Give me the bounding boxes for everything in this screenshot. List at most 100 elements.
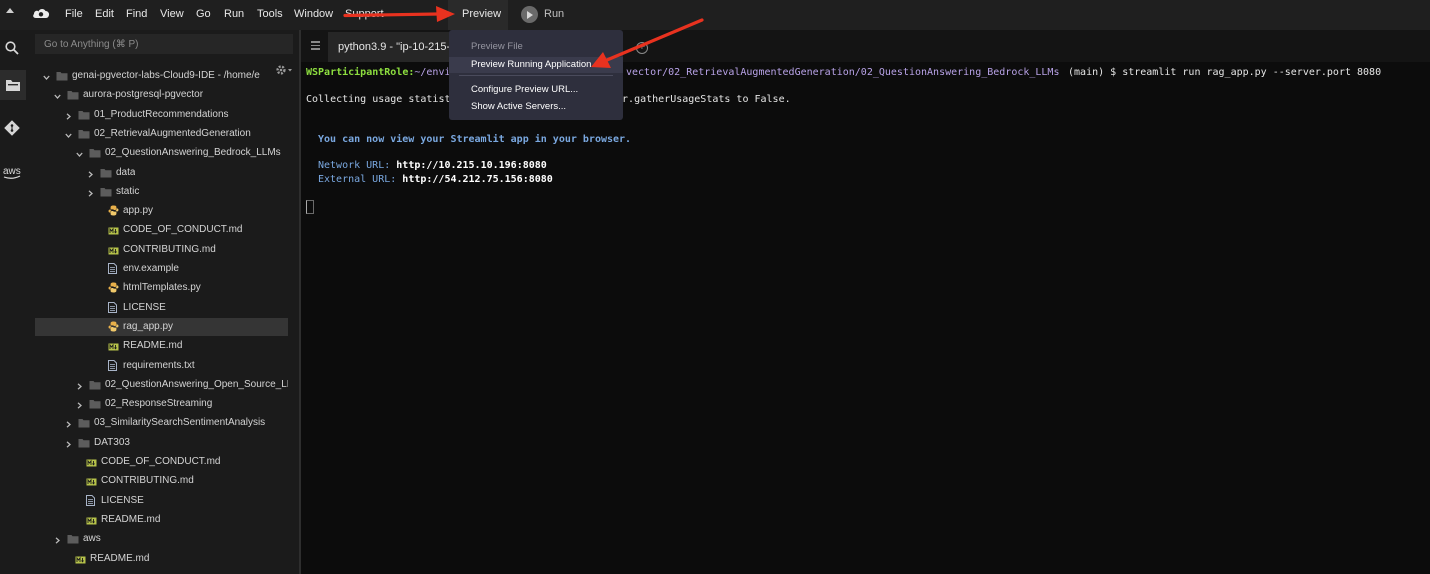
tree-label: README.md bbox=[101, 514, 161, 525]
menu-edit[interactable]: Edit bbox=[95, 8, 114, 20]
menubar: File Edit Find View Go Run Tools Window … bbox=[0, 0, 1430, 30]
folder-icon bbox=[6, 80, 20, 91]
tree-folder[interactable]: genai-pgvector-labs-Cloud9-IDE - /home/e bbox=[35, 67, 288, 85]
chevron-right-icon[interactable] bbox=[87, 188, 94, 197]
dropdown-separator bbox=[459, 75, 613, 76]
tree-file[interactable]: CONTRIBUTING.md bbox=[35, 241, 288, 259]
git-icon[interactable] bbox=[4, 120, 20, 136]
text-file-icon bbox=[108, 360, 117, 374]
external-url[interactable]: http://54.212.75.156:8080 bbox=[402, 174, 553, 185]
tree-file[interactable]: CODE_OF_CONDUCT.md bbox=[35, 221, 288, 239]
menu-go[interactable]: Go bbox=[196, 8, 211, 20]
dropdown-item-configure-preview-url[interactable]: Configure Preview URL... bbox=[471, 84, 578, 95]
external-url-label: External URL: bbox=[318, 174, 403, 185]
chevron-right-icon[interactable] bbox=[87, 169, 94, 178]
chevron-right-icon[interactable] bbox=[65, 111, 72, 120]
chevron-right-icon[interactable] bbox=[54, 535, 61, 544]
terminal-network-line: Network URL: http://10.215.10.196:8080 bbox=[318, 160, 547, 171]
tree-folder[interactable]: aws bbox=[35, 530, 288, 548]
tab-terminal[interactable]: python3.9 - "ip-10-215- bbox=[328, 32, 450, 62]
menu-run[interactable]: Run bbox=[224, 8, 244, 20]
markdown-file-icon bbox=[86, 458, 97, 470]
prompt-path: ~/envi bbox=[414, 67, 451, 78]
tree-file[interactable]: LICENSE bbox=[35, 492, 288, 510]
text-file-icon bbox=[108, 302, 117, 316]
tree-label: data bbox=[116, 167, 136, 178]
tree-file[interactable]: README.md bbox=[35, 337, 288, 355]
run-button[interactable]: Run bbox=[521, 6, 571, 24]
python-file-icon bbox=[108, 205, 119, 219]
tab-menu-icon[interactable] bbox=[311, 41, 321, 51]
run-button-label: Run bbox=[544, 8, 565, 20]
tree-label: env.example bbox=[123, 263, 179, 274]
chevron-down-icon[interactable] bbox=[54, 91, 61, 99]
terminal-collect-line: Collecting usage statist bbox=[306, 94, 451, 105]
tree-folder[interactable]: 01_ProductRecommendations bbox=[35, 106, 288, 124]
dropdown-item-preview-running-application[interactable]: Preview Running Application bbox=[471, 59, 591, 70]
tree-folder[interactable]: aurora-postgresql-pgvector bbox=[35, 86, 288, 104]
menu-support[interactable]: Support bbox=[345, 8, 384, 20]
tree-label: requirements.txt bbox=[123, 360, 195, 371]
environment-tab[interactable] bbox=[0, 70, 26, 100]
chevron-right-icon[interactable] bbox=[76, 381, 83, 390]
tree-folder[interactable]: static bbox=[35, 183, 288, 201]
tree-file[interactable]: app.py bbox=[35, 202, 288, 220]
chevron-right-icon[interactable] bbox=[65, 439, 72, 448]
tree-folder[interactable]: 03_SimilaritySearchSentimentAnalysis bbox=[35, 414, 288, 432]
menu-preview[interactable]: Preview bbox=[462, 8, 501, 20]
collapse-menubar-icon[interactable] bbox=[6, 8, 14, 13]
text-file-icon bbox=[86, 495, 95, 509]
tree-label: LICENSE bbox=[101, 495, 144, 506]
text-file-icon bbox=[108, 263, 117, 277]
tree-file[interactable]: README.md bbox=[35, 550, 288, 568]
tree-file[interactable]: requirements.txt bbox=[35, 357, 288, 375]
dropdown-item-show-active-servers[interactable]: Show Active Servers... bbox=[471, 101, 566, 112]
menu-view[interactable]: View bbox=[160, 8, 184, 20]
tree-folder[interactable]: 02_ResponseStreaming bbox=[35, 395, 288, 413]
folder-icon bbox=[78, 418, 90, 431]
chevron-down-icon[interactable] bbox=[65, 130, 72, 138]
tree-folder[interactable]: data bbox=[35, 164, 288, 182]
folder-icon bbox=[89, 380, 101, 393]
chevron-down-icon[interactable] bbox=[43, 72, 50, 80]
tree-folder[interactable]: 02_QuestionAnswering_Open_Source_LLM bbox=[35, 376, 288, 394]
menu-preview-active[interactable]: Preview bbox=[448, 0, 508, 30]
markdown-file-icon bbox=[86, 516, 97, 528]
folder-icon bbox=[89, 148, 101, 161]
dropdown-item-preview-file[interactable]: Preview File bbox=[471, 41, 523, 52]
chevron-right-icon[interactable] bbox=[65, 419, 72, 428]
tree-file[interactable]: htmlTemplates.py bbox=[35, 279, 288, 297]
tree-folder[interactable]: DAT303 bbox=[35, 434, 288, 452]
tree-folder[interactable]: 02_RetrievalAugmentedGeneration bbox=[35, 125, 288, 143]
network-url[interactable]: http://10.215.10.196:8080 bbox=[396, 160, 547, 171]
prompt-path-tail: vector/02_RetrievalAugmentedGeneration/0… bbox=[626, 67, 1060, 78]
chevron-right-icon[interactable] bbox=[76, 400, 83, 409]
chevron-down-icon[interactable] bbox=[76, 149, 83, 157]
tree-label: 02_QuestionAnswering_Bedrock_LLMs bbox=[105, 147, 281, 158]
menu-file[interactable]: File bbox=[65, 8, 83, 20]
tree-label: genai-pgvector-labs-Cloud9-IDE - /home/e bbox=[72, 70, 260, 81]
tree-label: LICENSE bbox=[123, 302, 166, 313]
tree-file[interactable]: rag_app.py bbox=[35, 318, 288, 336]
goto-anything-input[interactable] bbox=[35, 34, 293, 54]
tree-file[interactable]: env.example bbox=[35, 260, 288, 278]
tree-label: 01_ProductRecommendations bbox=[94, 109, 229, 120]
tree-label: CODE_OF_CONDUCT.md bbox=[101, 456, 221, 467]
search-icon[interactable] bbox=[4, 40, 20, 56]
menu-window[interactable]: Window bbox=[294, 8, 333, 20]
tree-folder[interactable]: 02_QuestionAnswering_Bedrock_LLMs bbox=[35, 144, 288, 162]
add-tab-icon[interactable]: + bbox=[636, 42, 648, 54]
tree-file[interactable]: LICENSE bbox=[35, 299, 288, 317]
tree-label: 02_QuestionAnswering_Open_Source_LLM bbox=[105, 379, 288, 390]
python-file-icon bbox=[108, 321, 119, 335]
menu-find[interactable]: Find bbox=[126, 8, 147, 20]
folder-icon bbox=[67, 534, 79, 547]
tree-file[interactable]: README.md bbox=[35, 511, 288, 529]
aws-icon[interactable]: aws bbox=[2, 165, 24, 181]
tree-file[interactable]: CONTRIBUTING.md bbox=[35, 472, 288, 490]
menu-tools[interactable]: Tools bbox=[257, 8, 283, 20]
cloud9-logo-icon[interactable] bbox=[32, 6, 50, 20]
prompt-command: (main) $ streamlit run rag_app.py --serv… bbox=[1062, 67, 1382, 78]
folder-icon bbox=[56, 71, 68, 84]
tree-file[interactable]: CODE_OF_CONDUCT.md bbox=[35, 453, 288, 471]
